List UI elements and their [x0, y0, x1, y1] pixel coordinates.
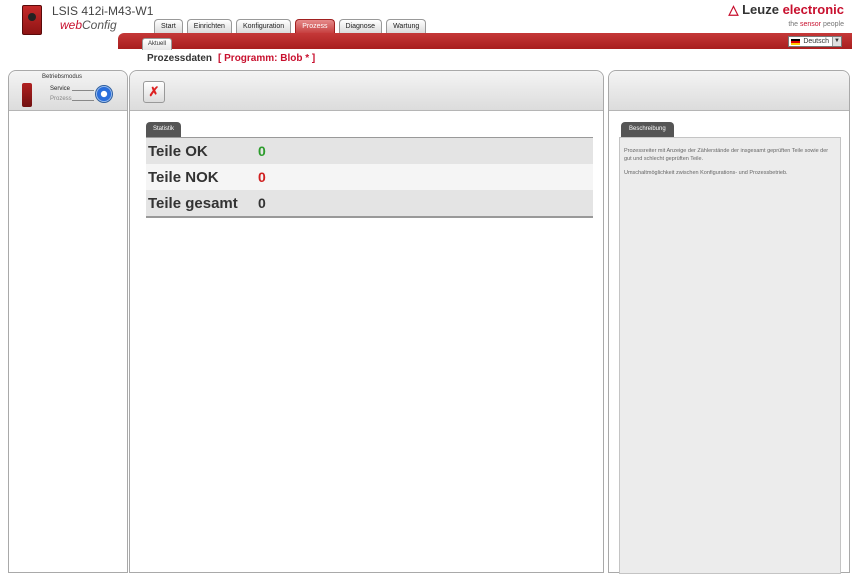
- tagline-sensor: sensor: [800, 21, 822, 28]
- tab-diagnose[interactable]: Diagnose: [338, 19, 383, 34]
- stat-label: Teile OK: [148, 142, 208, 160]
- brand-suffix: electronic: [782, 2, 844, 17]
- webconfig-suffix: Config: [82, 18, 117, 32]
- operating-mode-panel: Betriebsmodus Service Prozess: [8, 70, 128, 573]
- device-name: LSIS 412i-M43-W1: [52, 4, 154, 18]
- tagline-pre: the: [788, 21, 799, 28]
- brand-logo: △ Leuze electronic: [728, 2, 844, 18]
- webconfig-logo: webConfig: [60, 18, 117, 32]
- tagline-post: people: [822, 21, 844, 28]
- process-data-panel: ✗ Statistik Teile OK 0 Teile NOK 0 Teile…: [129, 70, 604, 573]
- mode-line: [72, 90, 94, 91]
- tab-einrichten[interactable]: Einrichten: [186, 19, 232, 34]
- mode-line: [72, 100, 94, 101]
- chevron-down-icon[interactable]: ▼: [832, 37, 841, 46]
- device-small-icon: [22, 83, 32, 107]
- tagline: the sensor people: [788, 21, 844, 28]
- program-name: [ Programm: Blob * ]: [218, 53, 316, 64]
- tab-aktuell[interactable]: Aktuell: [142, 38, 173, 50]
- description-text: Prozessreiter mit Anzeige der Zählerstän…: [619, 137, 841, 574]
- page-title-text: Prozessdaten: [147, 53, 213, 64]
- statistics-tab[interactable]: Statistik: [146, 122, 182, 137]
- german-flag-icon: [791, 38, 801, 45]
- mode-service-label: Service: [50, 86, 71, 92]
- process-toolbar: ✗: [130, 71, 603, 111]
- reset-counter-button[interactable]: ✗: [143, 81, 165, 103]
- stat-value-nok: 0: [258, 169, 266, 185]
- device-icon: [22, 5, 42, 35]
- tab-wartung[interactable]: Wartung: [386, 19, 427, 34]
- tab-prozess[interactable]: Prozess: [295, 19, 335, 34]
- operating-mode-header: Betriebsmodus Service Prozess: [9, 71, 127, 111]
- main-tabs: Start Einrichten Konfiguration Prozess D…: [154, 19, 427, 34]
- sub-tab-bar: [118, 33, 852, 49]
- description-paragraph: Umschaltmöglichkeit zwischen Konfigurati…: [624, 170, 788, 176]
- statistics-table: Teile OK 0 Teile NOK 0 Teile gesamt 0: [146, 137, 593, 218]
- stat-value-ok: 0: [258, 143, 266, 159]
- table-row: Teile gesamt 0: [146, 190, 593, 216]
- description-panel: Beschreibung Prozessreiter mit Anzeige d…: [608, 70, 850, 574]
- brand-name: Leuze: [742, 2, 779, 17]
- tab-konfiguration[interactable]: Konfiguration: [235, 19, 292, 34]
- description-tab[interactable]: Beschreibung: [621, 122, 674, 137]
- mode-title: Betriebsmodus: [42, 74, 83, 80]
- stat-label: Teile gesamt: [148, 194, 238, 212]
- stat-label: Teile NOK: [148, 168, 219, 186]
- table-row: Teile OK 0: [146, 138, 593, 164]
- stat-value-total: 0: [258, 195, 266, 211]
- reset-counter-icon: ✗: [148, 84, 160, 99]
- mode-switch-icon[interactable]: [95, 85, 113, 103]
- description-paragraph: Prozessreiter mit Anzeige der Zählerstän…: [624, 148, 829, 162]
- language-select[interactable]: Deutsch ▼: [788, 36, 842, 47]
- language-value: Deutsch: [803, 38, 829, 45]
- table-row: Teile NOK 0: [146, 164, 593, 190]
- tab-start[interactable]: Start: [154, 19, 183, 34]
- page-title: Prozessdaten [ Programm: Blob * ]: [147, 53, 315, 64]
- leuze-triangle-icon: △: [728, 2, 739, 17]
- description-header: [609, 71, 849, 111]
- mode-prozess-label: Prozess: [50, 96, 72, 102]
- webconfig-prefix: web: [60, 18, 83, 32]
